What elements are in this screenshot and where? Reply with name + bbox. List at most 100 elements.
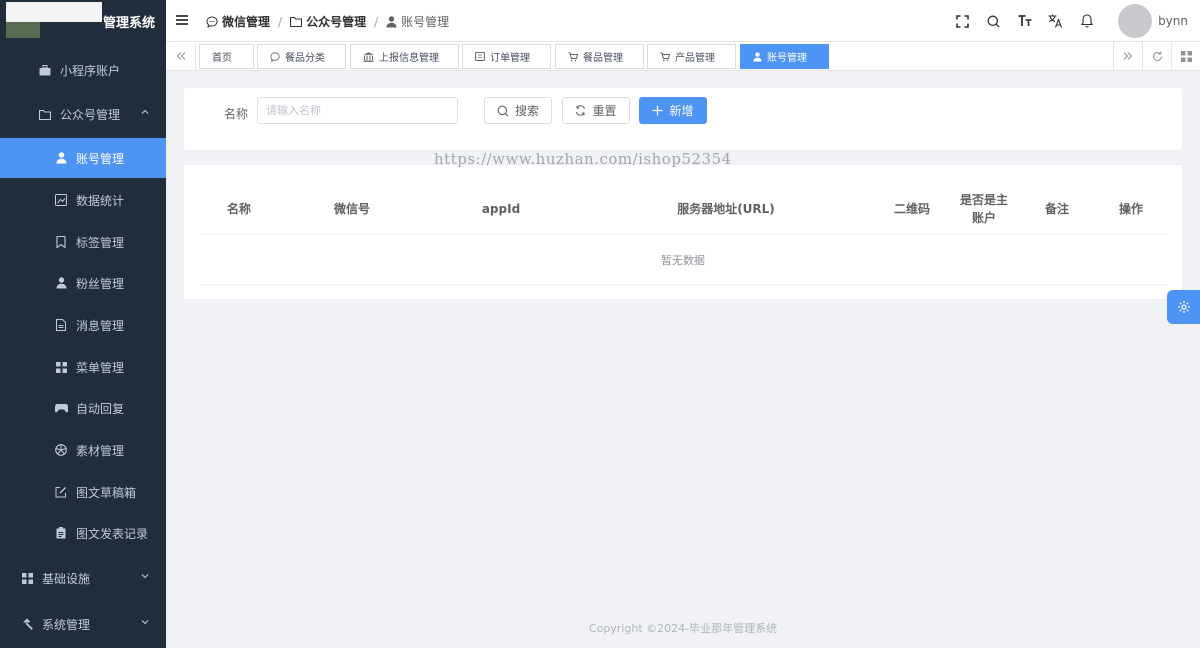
breadcrumb-separator: / [278, 14, 283, 29]
tab-meals[interactable]: 餐品管理 [555, 44, 644, 69]
search-button[interactable]: 搜索 [484, 97, 552, 124]
chevron-down-icon [141, 574, 149, 579]
breadcrumb-label: 公众号管理 [306, 15, 367, 29]
tags-view: 首页 餐品分类 上报信息管理 订单管理 餐品管理 产品管理 账号管理 [166, 42, 1200, 71]
double-chevron-right-icon [1123, 52, 1133, 60]
briefcase-icon [38, 63, 52, 77]
column-header: appId [481, 202, 521, 216]
sidebar-item-publish-records[interactable]: 图文发表记录 [0, 513, 166, 553]
sidebar-item-statistics[interactable]: 数据统计 [0, 180, 166, 220]
sidebar-item-auto-reply[interactable]: 自动回复 [0, 388, 166, 428]
column-header: 二维码 [893, 202, 930, 216]
chart-icon [54, 193, 68, 207]
sidebar-item-materials[interactable]: 素材管理 [0, 430, 166, 470]
breadcrumb-item-account-management: 账号管理 [386, 13, 449, 30]
settings-button[interactable] [1167, 290, 1200, 324]
name-label: 名称 [224, 107, 249, 121]
column-header: 微信号 [333, 202, 370, 216]
column-header: 备注 [1044, 202, 1069, 216]
sidebar-item-label: 菜单管理 [76, 360, 125, 375]
sidebar-item-label: 数据统计 [76, 193, 125, 208]
refresh-button[interactable] [1142, 42, 1171, 70]
divider [200, 284, 1166, 285]
refresh-icon [1152, 51, 1162, 61]
fullscreen-icon[interactable] [947, 0, 978, 42]
sidebar-item-official-account[interactable]: 公众号管理 [0, 94, 166, 134]
tab-label: 订单管理 [490, 53, 530, 64]
header-actions: bynn [947, 0, 1200, 42]
bell-icon[interactable] [1071, 0, 1102, 42]
tabs-menu-button[interactable] [1171, 42, 1200, 70]
sidebar-item-infrastructure[interactable]: 基础设施 [0, 558, 166, 598]
tab-meal-category[interactable]: 餐品分类 [257, 44, 346, 69]
user-icon [753, 51, 762, 62]
user-icon [386, 15, 397, 28]
breadcrumb-item-wechat[interactable]: 微信管理 [206, 13, 270, 30]
user-icon [54, 276, 68, 290]
tab-account-management[interactable]: 账号管理 [740, 44, 829, 69]
column-header: 服务器地址(URL) [677, 202, 775, 216]
sidebar-item-label: 消息管理 [76, 318, 125, 333]
reset-button[interactable]: 重置 [562, 97, 630, 124]
plus-icon [652, 105, 663, 116]
gamepad-icon [54, 401, 68, 415]
tab-home[interactable]: 首页 [199, 44, 254, 69]
tab-report-info[interactable]: 上报信息管理 [350, 44, 459, 69]
app-title: 管理系统 [103, 16, 156, 31]
footer-copyright: Copyright ©2024-毕业那年管理系统 [588, 622, 778, 635]
tab-products[interactable]: 产品管理 [647, 44, 736, 69]
button-label: 新增 [669, 104, 694, 118]
bookmark-icon [54, 235, 68, 249]
column-header: 是否是主账户 [960, 193, 1009, 225]
column-header: 操作 [1118, 202, 1143, 216]
sidebar-item-drafts[interactable]: 图文草稿箱 [0, 472, 166, 512]
name-input[interactable] [257, 97, 458, 124]
sidebar-item-fans[interactable]: 粉丝管理 [0, 263, 166, 303]
divider [200, 234, 1166, 235]
search-form: 名称 搜索 重置 新增 [183, 87, 1183, 151]
column-header: 名称 [226, 202, 251, 216]
empty-text: 暂无数据 [661, 254, 705, 267]
hammer-icon [20, 617, 34, 631]
scroll-left-button[interactable] [166, 42, 196, 70]
grid-icon [20, 571, 34, 585]
translate-icon[interactable] [1040, 0, 1071, 42]
sidebar-item-tags[interactable]: 标签管理 [0, 222, 166, 262]
top-navbar: 微信管理 / 公众号管理 / 账号管理 bynn [166, 0, 1200, 42]
sidebar-item-label: 基础设施 [42, 571, 91, 586]
add-button[interactable]: 新增 [639, 97, 707, 124]
tab-label: 餐品管理 [583, 53, 623, 64]
tab-orders[interactable]: 订单管理 [462, 44, 551, 69]
search-icon[interactable] [978, 0, 1009, 42]
sidebar-item-menus[interactable]: 菜单管理 [0, 347, 166, 387]
logo[interactable]: 管理系统 [0, 0, 166, 42]
sidebar-item-miniprogram-account[interactable]: 小程序账户 [0, 50, 166, 90]
cart-icon [568, 52, 578, 62]
cart-icon [660, 52, 670, 62]
edit-icon [54, 485, 68, 499]
sidebar: 管理系统 小程序账户 公众号管理 账号管理 数据统计 标签管理 粉丝管理 消息管… [0, 0, 166, 648]
sidebar-item-label: 自动回复 [76, 401, 125, 416]
watermark: https://www.huzhan.com/ishop52354 [434, 150, 732, 168]
sidebar-item-account-management[interactable]: 账号管理 [0, 138, 166, 178]
refresh-icon [575, 105, 586, 116]
font-size-icon[interactable] [1009, 0, 1040, 42]
bank-icon [363, 51, 374, 62]
sidebar-item-label: 图文草稿箱 [76, 485, 137, 500]
logo-image [6, 2, 102, 22]
avatar[interactable] [1118, 4, 1153, 38]
sidebar-item-label: 素材管理 [76, 443, 125, 458]
username[interactable]: bynn [1158, 14, 1188, 28]
button-label: 搜索 [514, 104, 539, 118]
scroll-right-button[interactable] [1113, 42, 1142, 70]
sidebar-item-label: 小程序账户 [60, 63, 121, 78]
sidebar-item-messages[interactable]: 消息管理 [0, 305, 166, 345]
sidebar-item-system[interactable]: 系统管理 [0, 604, 166, 644]
chat-bubble-icon [270, 51, 280, 62]
breadcrumb-label: 账号管理 [401, 15, 450, 29]
chevron-up-icon [141, 109, 149, 114]
tab-label: 上报信息管理 [379, 53, 439, 64]
search-icon [497, 105, 509, 117]
hamburger-icon[interactable] [176, 14, 188, 29]
breadcrumb-item-official-account[interactable]: 公众号管理 [290, 13, 366, 30]
